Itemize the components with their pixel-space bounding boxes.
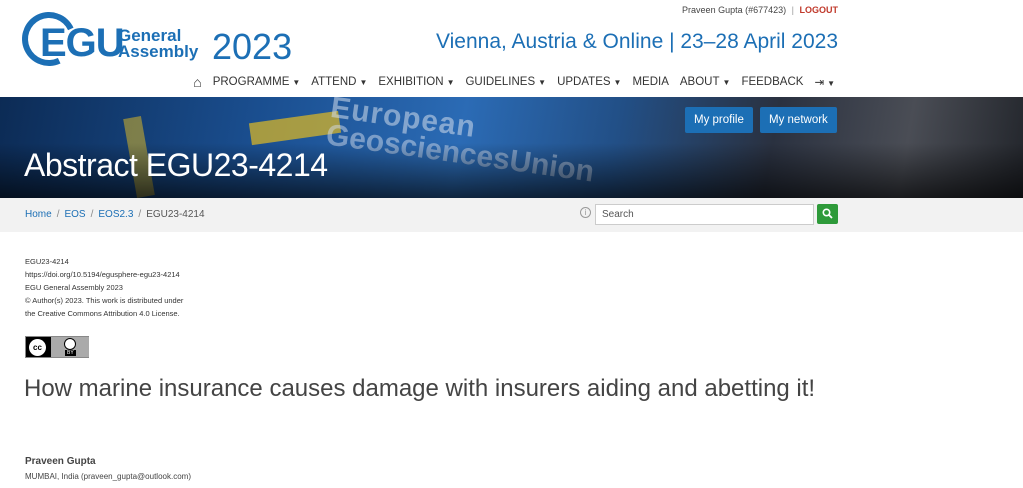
user-bar: Praveen Gupta (#677423) | LOGOUT (682, 5, 838, 15)
my-network-button[interactable]: My network (760, 107, 837, 133)
nav-guidelines[interactable]: GUIDELINES ▼ (465, 76, 546, 88)
breadcrumb-eos23[interactable]: EOS2.3 (98, 209, 133, 220)
page-title: Abstract EGU23-4214 (24, 147, 328, 183)
abstract-title: How marine insurance causes damage with … (24, 375, 816, 402)
breadcrumb-eos[interactable]: EOS (64, 209, 85, 220)
chevron-down-icon: ▼ (538, 78, 547, 87)
nav-feedback[interactable]: FEEDBACK (741, 76, 803, 88)
person-icon (64, 338, 76, 350)
author-name: Praveen Gupta (25, 456, 96, 467)
chevron-down-icon: ▼ (613, 78, 622, 87)
login-menu-icon[interactable]: ⇥ ▼ (814, 75, 835, 89)
by-label: BY (65, 350, 76, 356)
nav-exhibition[interactable]: EXHIBITION ▼ (378, 76, 454, 88)
breadcrumb-current: EGU23-4214 (146, 209, 205, 220)
conference-name: EGU General Assembly 2023 (25, 283, 123, 292)
my-profile-button[interactable]: My profile (685, 107, 753, 133)
home-icon[interactable]: ⌂ (193, 74, 201, 90)
breadcrumb-separator: / (56, 209, 60, 220)
nav-media[interactable]: MEDIA (632, 76, 668, 88)
search-button[interactable] (817, 204, 838, 224)
breadcrumb-separator: / (90, 209, 94, 220)
chevron-down-icon: ▼ (722, 78, 731, 87)
user-name: Praveen Gupta (#677423) (682, 5, 787, 15)
egu-logo[interactable]: EGU General Assembly 2023 (14, 4, 312, 80)
nav-programme[interactable]: PROGRAMME ▼ (213, 76, 301, 88)
abstract-doi[interactable]: https://doi.org/10.5194/egusphere-egu23-… (25, 268, 183, 281)
cc-by-license-badge[interactable]: cc BY (25, 336, 89, 358)
breadcrumb-separator: / (138, 209, 142, 220)
abstract-id: EGU23-4214 (25, 257, 69, 266)
info-icon[interactable]: i (580, 207, 591, 218)
cc-icon: cc (29, 339, 46, 356)
chevron-down-icon: ▼ (446, 78, 455, 87)
search-input[interactable] (595, 204, 814, 225)
logo-subtitle: General Assembly (118, 27, 199, 61)
main-nav: ⌂ PROGRAMME ▼ ATTEND ▼ EXHIBITION ▼ GUIDELI… (193, 74, 835, 90)
logo-year: 2023 (212, 26, 293, 67)
nav-about[interactable]: ABOUT ▼ (680, 76, 731, 88)
chevron-down-icon: ▼ (292, 78, 301, 87)
license-line: the Creative Commons Attribution 4.0 Lic… (25, 309, 180, 318)
venue-dates: Vienna, Austria & Online | 23–28 April 2… (435, 30, 838, 53)
page-banner: European GeosciencesUnion Abstract EGU23… (0, 97, 1023, 198)
breadcrumb-home[interactable]: Home (25, 209, 52, 220)
abstract-meta: EGU23-4214 https://doi.org/10.5194/egusp… (25, 255, 183, 320)
nav-attend[interactable]: ATTEND ▼ (311, 76, 367, 88)
author-affiliation: MUMBAI, India (praveen_gupta@outlook.com… (25, 472, 191, 481)
by-panel: BY (51, 337, 89, 357)
nav-updates[interactable]: UPDATES ▼ (557, 76, 621, 88)
user-bar-separator: | (791, 5, 794, 15)
breadcrumb: Home / EOS / EOS2.3 / EGU23-4214 (25, 209, 205, 220)
logo-abbr: EGU (40, 21, 125, 65)
chevron-down-icon: ▼ (827, 79, 835, 88)
logout-link[interactable]: LOGOUT (800, 5, 839, 15)
copyright-line: © Author(s) 2023. This work is distribut… (25, 296, 184, 305)
chevron-down-icon: ▼ (359, 78, 368, 87)
logo-line2: Assembly (118, 42, 199, 61)
search-icon (822, 208, 833, 219)
breadcrumb-bar: Home / EOS / EOS2.3 / EGU23-4214 i (0, 198, 1023, 232)
